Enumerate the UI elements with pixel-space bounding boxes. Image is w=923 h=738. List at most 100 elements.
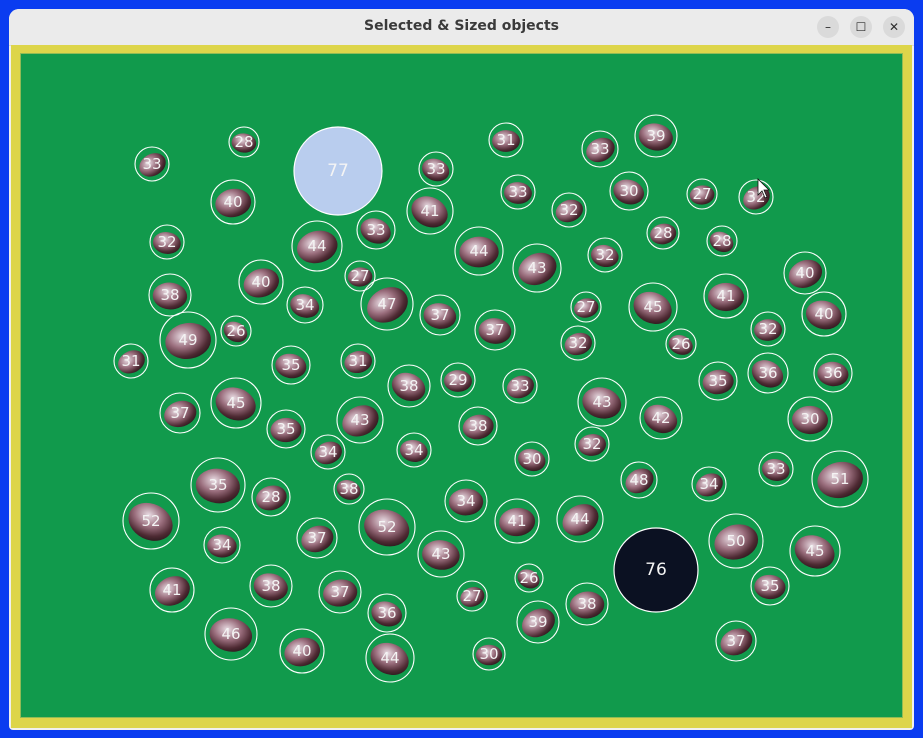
size-label: 41 <box>716 287 735 305</box>
oyster-object: 44 <box>454 226 504 276</box>
size-label: 40 <box>292 642 311 660</box>
oyster-object: 32 <box>574 426 610 462</box>
size-label: 43 <box>431 545 450 563</box>
close-icon: ✕ <box>888 20 900 34</box>
oyster-object: 36 <box>813 353 853 393</box>
size-label: 37 <box>307 529 326 547</box>
oyster-object: 43 <box>336 396 384 444</box>
size-label: 32 <box>595 246 614 264</box>
oyster-object: 34 <box>396 432 432 468</box>
oyster-object: 36 <box>747 352 789 394</box>
oyster-object: 33 <box>502 368 538 404</box>
oyster-object: 32 <box>149 224 185 260</box>
oyster-object: 44 <box>291 220 343 272</box>
maximize-button[interactable]: ☐ <box>850 16 872 38</box>
oyster-object: 32 <box>551 192 587 228</box>
size-label: 41 <box>162 581 181 599</box>
oyster-object: 28 <box>251 477 291 517</box>
title-bar[interactable]: Selected & Sized objects – ☐ ✕ <box>9 9 914 46</box>
oyster-object: 44 <box>365 633 415 683</box>
oyster-object: 32 <box>738 179 774 215</box>
size-label: 44 <box>380 649 399 667</box>
size-label: 37 <box>726 632 745 650</box>
oyster-object: 34 <box>691 466 727 502</box>
size-label: 36 <box>377 604 396 622</box>
reference-disc-dark: 76 <box>613 527 699 613</box>
minimize-button[interactable]: – <box>817 16 839 38</box>
window-title: Selected & Sized objects <box>363 18 559 34</box>
size-label: 43 <box>350 411 369 429</box>
size-label: 36 <box>823 364 842 382</box>
size-label: 50 <box>726 532 745 550</box>
size-label: 33 <box>510 377 529 395</box>
oyster-object: 27 <box>570 291 602 323</box>
oyster-object: 30 <box>472 637 506 671</box>
reference-disc-light: 77 <box>293 126 383 216</box>
oyster-object: 29 <box>440 362 476 398</box>
size-label: 32 <box>758 320 777 338</box>
oyster-object: 28 <box>706 225 738 257</box>
size-label: 28 <box>261 488 280 506</box>
size-label: 42 <box>651 409 670 427</box>
size-label: 35 <box>276 420 295 438</box>
oyster-object: 38 <box>148 273 192 317</box>
oyster-object: 38 <box>565 582 609 626</box>
size-label: 37 <box>430 306 449 324</box>
oyster-object: 39 <box>516 600 560 644</box>
oyster-object: 41 <box>406 187 454 235</box>
close-button[interactable]: ✕ <box>883 16 905 38</box>
size-label: 45 <box>805 542 824 560</box>
minimize-icon: – <box>825 20 831 34</box>
oyster-object: 34 <box>203 526 241 564</box>
size-label: 51 <box>830 470 849 488</box>
size-label: 46 <box>221 625 240 643</box>
oyster-object: 26 <box>220 315 252 347</box>
oyster-object: 35 <box>271 345 311 385</box>
size-label: 52 <box>377 518 396 536</box>
size-label: 37 <box>485 321 504 339</box>
size-label: 31 <box>348 352 367 370</box>
oyster-object: 51 <box>811 450 869 508</box>
size-label: 40 <box>251 273 270 291</box>
size-label: 30 <box>479 645 498 663</box>
oyster-object: 26 <box>665 328 697 360</box>
oyster-object: 48 <box>620 461 658 499</box>
oyster-object: 28 <box>646 216 680 250</box>
size-label: 34 <box>404 441 423 459</box>
app-window: Selected & Sized objects – ☐ ✕ 33 28 77 33 3… <box>9 9 914 730</box>
size-label: 32 <box>568 334 587 352</box>
oyster-object: 40 <box>279 628 325 674</box>
oyster-object: 40 <box>783 251 827 295</box>
size-label: 37 <box>170 404 189 422</box>
oyster-object: 33 <box>356 210 396 250</box>
oyster-object: 32 <box>587 237 623 273</box>
size-label: 30 <box>619 182 638 200</box>
oyster-object: 27 <box>344 260 376 292</box>
size-label: 38 <box>399 377 418 395</box>
size-label: 34 <box>456 492 475 510</box>
oyster-object: 43 <box>417 530 465 578</box>
size-label: 36 <box>758 364 777 382</box>
size-label: 27 <box>462 587 481 605</box>
oyster-object: 36 <box>367 593 407 633</box>
size-label: 35 <box>708 372 727 390</box>
oyster-object: 31 <box>488 122 524 158</box>
oyster-object: 40 <box>210 179 256 225</box>
oyster-object: 30 <box>787 396 833 442</box>
size-label: 34 <box>318 443 337 461</box>
oyster-object: 50 <box>708 513 764 569</box>
size-label: 26 <box>519 569 538 587</box>
oyster-object: 33 <box>418 151 454 187</box>
oyster-object: 35 <box>698 361 738 401</box>
oyster-object: 43 <box>577 377 627 427</box>
oyster-object: 45 <box>789 525 841 577</box>
oyster-object: 33 <box>758 451 794 487</box>
oyster-object: 47 <box>360 277 414 331</box>
oyster-object: 41 <box>494 498 540 544</box>
oyster-object: 52 <box>358 498 416 556</box>
size-label: 41 <box>507 512 526 530</box>
oyster-object: 26 <box>514 563 544 593</box>
oyster-object: 32 <box>560 325 596 361</box>
oyster-object: 37 <box>419 294 461 336</box>
oyster-object: 31 <box>340 343 376 379</box>
